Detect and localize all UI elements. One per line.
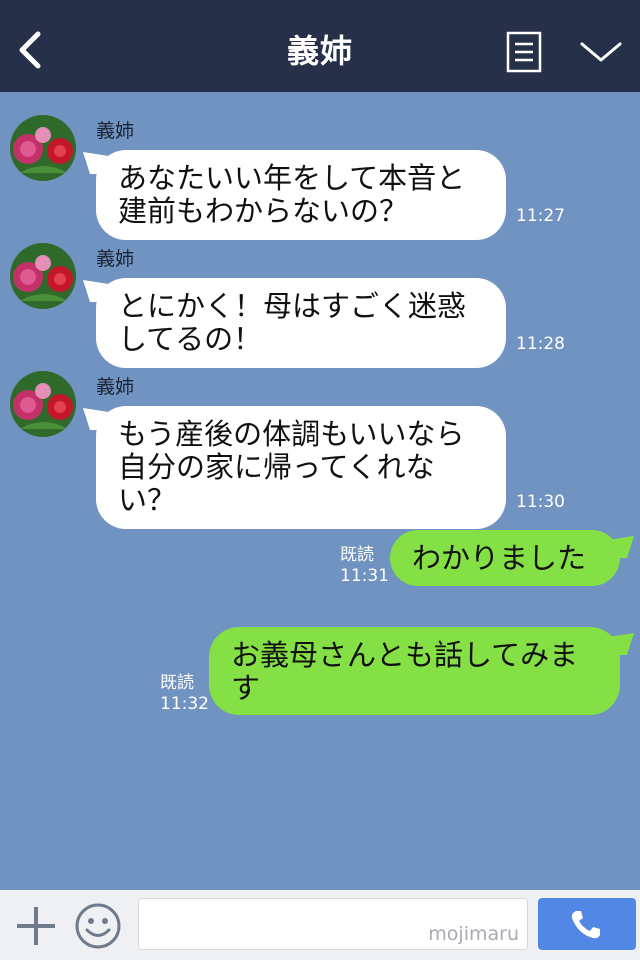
note-icon bbox=[506, 31, 542, 73]
chat-title: 義姉 bbox=[286, 32, 353, 70]
sticker-button[interactable] bbox=[74, 902, 122, 950]
add-button[interactable] bbox=[14, 904, 58, 948]
outgoing-message-bubble[interactable]: わかりました bbox=[390, 530, 620, 586]
call-button[interactable] bbox=[538, 898, 636, 950]
incoming-message-bubble[interactable]: あなたいい年をして本音と建前もわからないの？ bbox=[96, 150, 506, 240]
message-time: 11:28 bbox=[516, 334, 565, 354]
smile-icon bbox=[75, 903, 121, 949]
incoming-message-bubble[interactable]: もう産後の体調もいいなら自分の家に帰ってくれない？ bbox=[96, 406, 506, 529]
message-input[interactable]: mojimaru bbox=[138, 898, 528, 950]
incoming-message-bubble[interactable]: とにかく！母はすごく迷惑してるの！ bbox=[96, 278, 506, 368]
message-time: 11:31 bbox=[340, 566, 389, 586]
rose-avatar-image bbox=[10, 371, 76, 437]
chat-header: 義姉 bbox=[0, 0, 640, 92]
message-list[interactable]: 義姉 あなたいい年をして本音と建前もわからないの？ 11:27 義姉 とにかく！… bbox=[0, 92, 640, 890]
input-bar: mojimaru bbox=[0, 890, 640, 960]
sender-name: 義姉 bbox=[96, 376, 135, 398]
dropdown-button[interactable] bbox=[578, 38, 624, 66]
phone-icon bbox=[571, 911, 600, 939]
avatar[interactable] bbox=[10, 115, 76, 181]
watermark: mojimaru bbox=[428, 923, 519, 945]
avatar[interactable] bbox=[10, 243, 76, 309]
message-time: 11:32 bbox=[160, 694, 209, 714]
message-time: 11:27 bbox=[516, 206, 565, 226]
note-button[interactable] bbox=[506, 31, 542, 73]
outgoing-message-bubble[interactable]: お義母さんとも話してみます bbox=[209, 627, 620, 715]
sender-name: 義姉 bbox=[96, 248, 135, 270]
plus-icon bbox=[17, 907, 55, 945]
message-time: 11:30 bbox=[516, 492, 565, 512]
read-receipt: 既読 bbox=[340, 545, 374, 565]
avatar[interactable] bbox=[10, 371, 76, 437]
sender-name: 義姉 bbox=[96, 120, 135, 142]
read-receipt: 既読 bbox=[160, 673, 194, 693]
rose-avatar-image bbox=[10, 243, 76, 309]
chevron-down-icon bbox=[580, 42, 622, 62]
rose-avatar-image bbox=[10, 115, 76, 181]
